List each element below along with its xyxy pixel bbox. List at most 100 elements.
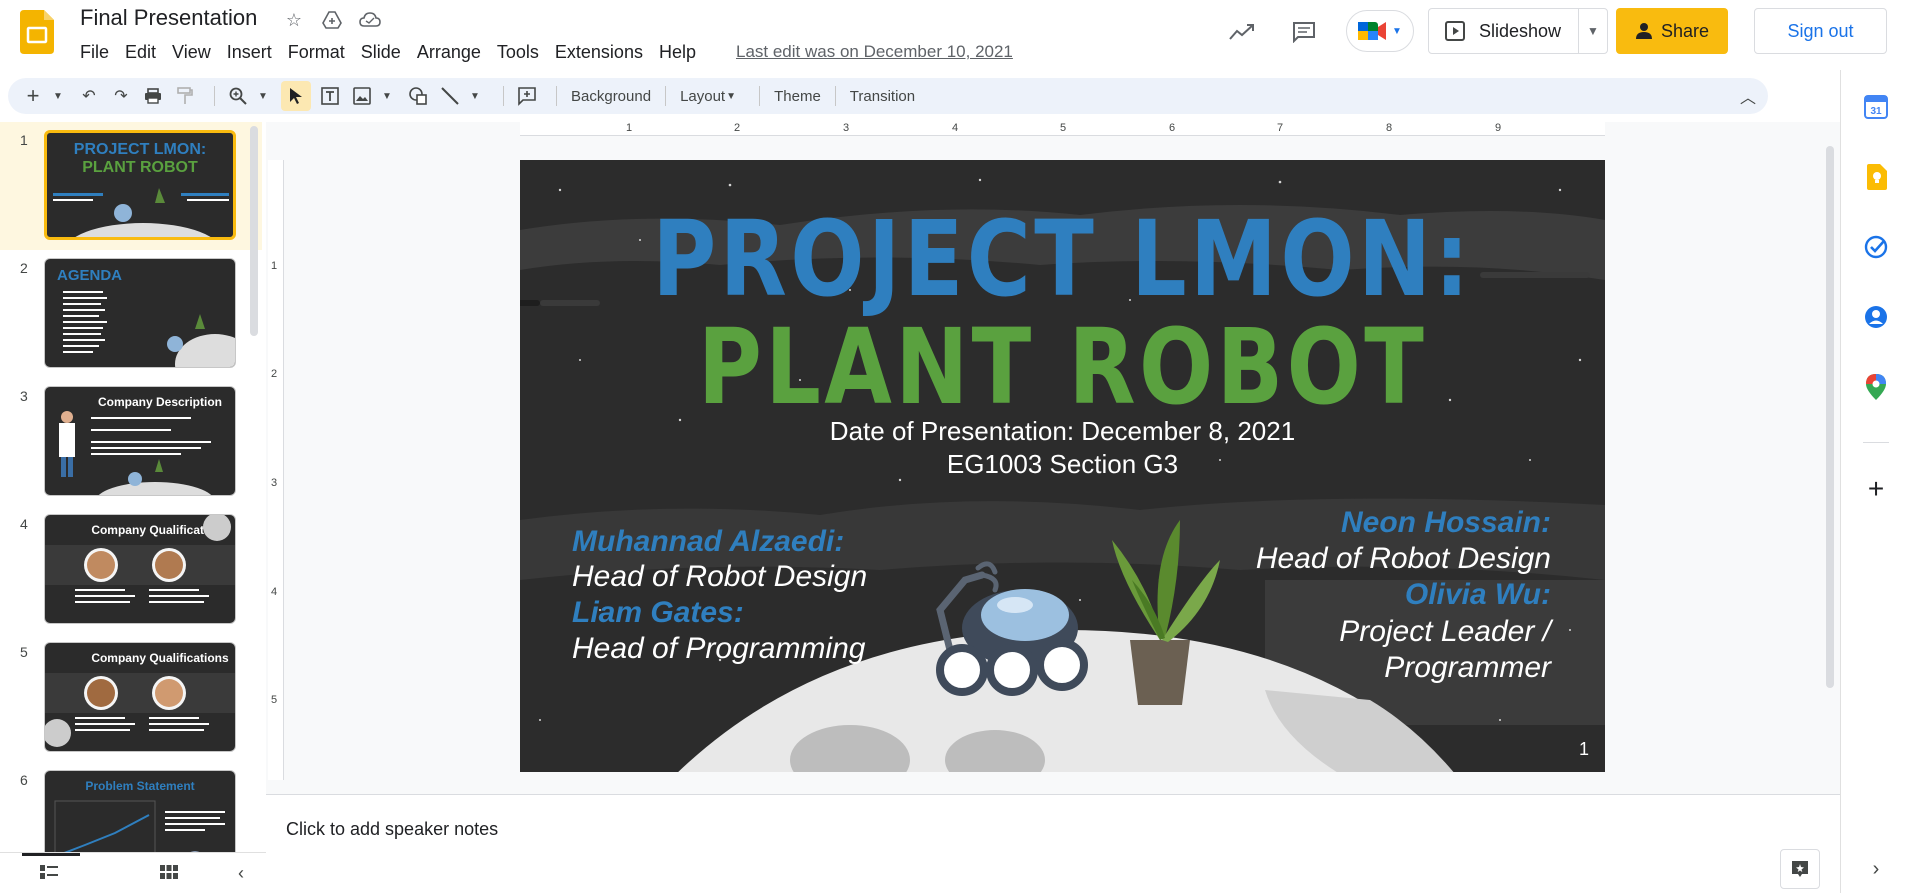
star-icon[interactable]: ☆ [282,8,306,32]
menu-format[interactable]: Format [280,40,353,65]
speaker-notes-panel[interactable]: Click to add speaker notes [266,794,1840,893]
menu-arrange[interactable]: Arrange [409,40,489,65]
slides-logo-icon[interactable] [20,10,54,54]
cloud-saved-icon[interactable] [358,8,382,32]
person-name[interactable]: Olivia Wu: [1405,578,1551,612]
new-slide-icon[interactable]: + [20,81,46,111]
chevron-down-icon: ▼ [1587,24,1599,38]
zoom-dropdown-icon[interactable]: ▼ [257,81,269,111]
zoom-icon[interactable] [225,81,251,111]
person-role[interactable]: Head of Robot Design [1256,542,1551,576]
person-role[interactable]: Head of Robot Design [572,560,867,594]
menu-file[interactable]: File [72,40,117,65]
paint-format-icon[interactable] [172,81,198,111]
menu-extensions[interactable]: Extensions [547,40,651,65]
slide-thumbnail-6[interactable]: 6 Problem Statement [0,762,262,852]
ruler-tick: 4 [952,122,959,134]
filmstrip-view-icon[interactable] [40,863,58,884]
insert-image-icon[interactable] [349,81,375,111]
slide-canvas[interactable]: PROJECT LMON: PLANT ROBOT Date of Presen… [520,160,1605,772]
person-name[interactable]: Liam Gates: [572,596,744,630]
slideshow-button-group: Slideshow ▼ [1428,8,1608,54]
background-button[interactable]: Background [567,88,655,105]
sign-out-button[interactable]: Sign out [1754,8,1887,54]
calendar-icon[interactable]: 31 [1863,94,1889,120]
slide-date-text[interactable]: Date of Presentation: December 8, 2021 [520,416,1605,447]
add-comment-icon[interactable] [514,81,540,111]
document-title[interactable]: Final Presentation [80,5,257,31]
last-edit-link[interactable]: Last edit was on December 10, 2021 [736,42,1013,62]
slide-thumbnail-3[interactable]: 3 Company Description [0,378,262,506]
contacts-icon[interactable] [1863,304,1889,330]
comment-icon[interactable] [1286,14,1322,50]
menu-tools[interactable]: Tools [489,40,547,65]
lock-icon [1635,23,1652,39]
person-role[interactable]: Project Leader / [1339,615,1551,649]
menu-insert[interactable]: Insert [219,40,280,65]
maps-icon[interactable] [1863,374,1889,400]
horizontal-ruler[interactable]: 1 2 3 4 5 6 7 8 9 [520,122,1605,136]
toolbar-divider [503,86,504,106]
share-button[interactable]: Share [1616,8,1728,54]
speaker-notes-placeholder[interactable]: Click to add speaker notes [286,819,498,840]
slide-thumbnail-2[interactable]: 2 AGENDA [0,250,262,378]
explore-icon [1792,861,1808,877]
slide-thumbnail-4[interactable]: 4 Company Qualifications [0,506,262,634]
slide-title-line2[interactable]: PLANT ROBOT [607,306,1518,428]
ruler-tick: 5 [271,694,278,706]
person-role[interactable]: Programmer [1384,651,1551,685]
filmstrip-scrollbar[interactable] [250,126,258,336]
activity-icon[interactable] [1224,14,1260,50]
shape-icon[interactable] [405,81,431,111]
line-dropdown-icon[interactable]: ▼ [469,81,481,111]
collapse-menus-icon[interactable]: ︿ [1740,84,1756,108]
slide-thumbnail-5[interactable]: 5 Company Qualifications [0,634,262,762]
transition-button[interactable]: Transition [846,88,919,105]
person-role[interactable]: Head of Programming [572,632,865,666]
slide-number-label: 1 [1578,739,1589,759]
redo-icon[interactable]: ↷ [108,81,134,111]
layout-dropdown-icon[interactable]: ▼ [725,81,737,111]
slide-title-line1[interactable]: PROJECT LMON: [607,198,1518,320]
thumb-illustration [54,800,225,852]
undo-icon[interactable]: ↶ [76,81,102,111]
meet-button[interactable]: ▼ [1346,10,1414,52]
new-slide-dropdown-icon[interactable]: ▼ [52,81,64,111]
keep-icon[interactable] [1863,164,1889,190]
menu-help[interactable]: Help [651,40,704,65]
ruler-tick: 4 [271,586,278,598]
toolbar-divider [556,86,557,106]
canvas-scrollbar[interactable] [1826,146,1834,688]
layout-button[interactable]: Layout [676,88,729,105]
chevron-right-icon[interactable]: › [1863,856,1889,882]
slide-thumbnail-1[interactable]: 1 PROJECT LMON: PLANT ROBOT [0,122,262,250]
vertical-ruler[interactable]: 1 2 3 4 5 [268,160,284,780]
image-dropdown-icon[interactable]: ▼ [381,81,393,111]
ruler-tick: 7 [1277,122,1284,134]
menu-slide[interactable]: Slide [353,40,409,65]
explore-button[interactable] [1780,849,1820,889]
theme-button[interactable]: Theme [770,88,825,105]
select-cursor-icon[interactable] [281,81,311,111]
move-to-drive-icon[interactable] [320,8,344,32]
text-box-icon[interactable] [317,81,343,111]
line-icon[interactable] [437,81,463,111]
ruler-tick: 3 [843,122,850,134]
person-name[interactable]: Neon Hossain: [1341,506,1551,540]
slide-number: 6 [20,772,28,788]
menu-edit[interactable]: Edit [117,40,164,65]
slide-section-text[interactable]: EG1003 Section G3 [520,449,1605,480]
add-icon[interactable]: + [1863,473,1889,504]
slide-number: 5 [20,644,28,660]
print-icon[interactable] [140,81,166,111]
grid-view-icon[interactable] [160,863,178,884]
collapse-filmstrip-icon[interactable]: ‹ [238,863,244,884]
slideshow-button[interactable]: Slideshow [1429,9,1579,53]
slideshow-options-button[interactable]: ▼ [1579,24,1607,38]
tasks-icon[interactable] [1863,234,1889,260]
person-name[interactable]: Muhannad Alzaedi: [572,525,844,559]
thumb-illustration [59,411,212,495]
menu-view[interactable]: View [164,40,219,65]
ruler-tick: 9 [1495,122,1502,134]
ruler-tick: 2 [271,368,278,380]
